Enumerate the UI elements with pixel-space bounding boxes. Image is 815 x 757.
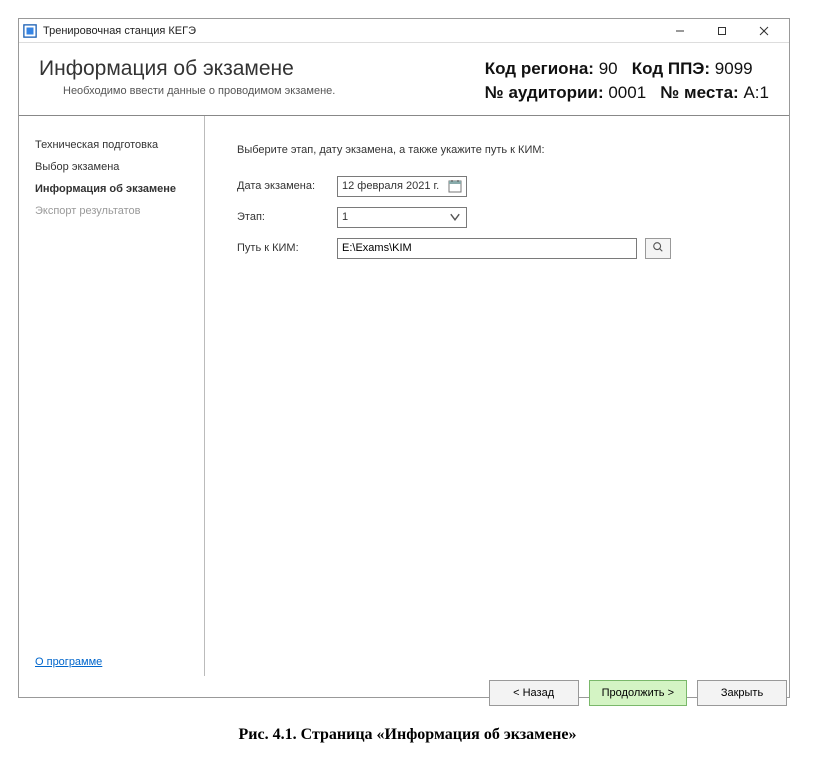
region-code-value: 90 (599, 59, 618, 78)
page-title: Информация об экзамене (39, 57, 335, 81)
room-number-label: № аудитории: (485, 83, 604, 102)
place-number-label: № места: (660, 83, 738, 102)
kim-path-input[interactable] (342, 242, 632, 254)
continue-button[interactable]: Продолжить > (589, 680, 687, 706)
ppe-code-label: Код ППЭ: (632, 59, 710, 78)
row-kim-path: Путь к КИМ: (237, 238, 767, 259)
room-number-value: 0001 (608, 83, 646, 102)
row-exam-date: Дата экзамена: 12 февраля 2021 г. (237, 176, 767, 197)
minimize-button[interactable] (659, 20, 701, 42)
sidebar-items: Техническая подготовка Выбор экзамена Ин… (19, 134, 204, 648)
sidebar-item-exam-select[interactable]: Выбор экзамена (19, 156, 204, 178)
footer-buttons: < Назад Продолжить > Закрыть (489, 680, 787, 706)
titlebar: Тренировочная станция КЕГЭ (19, 19, 789, 43)
window-buttons (659, 20, 785, 42)
kim-path-label: Путь к КИМ: (237, 242, 337, 254)
row-stage: Этап: 1 (237, 207, 767, 228)
sidebar: Техническая подготовка Выбор экзамена Ин… (19, 116, 205, 676)
ppe-code-value: 9099 (715, 59, 753, 78)
header: Информация об экзамене Необходимо ввести… (19, 43, 789, 116)
close-button[interactable] (743, 20, 785, 42)
browse-button[interactable] (645, 238, 671, 259)
chevron-down-icon (448, 210, 462, 224)
figure-caption: Рис. 4.1. Страница «Информация об экзаме… (0, 726, 815, 744)
exam-date-label: Дата экзамена: (237, 180, 337, 192)
window-title: Тренировочная станция КЕГЭ (43, 25, 196, 37)
exam-date-field[interactable]: 12 февраля 2021 г. (337, 176, 467, 197)
kim-path-field[interactable] (337, 238, 637, 259)
place-number-value: A:1 (743, 83, 769, 102)
sidebar-item-export: Экспорт результатов (19, 200, 204, 222)
instruction-text: Выберите этап, дату экзамена, а также ук… (237, 144, 767, 156)
stage-value: 1 (342, 211, 348, 223)
maximize-button[interactable] (701, 20, 743, 42)
page-subtitle: Необходимо ввести данные о проводимом эк… (39, 85, 335, 97)
calendar-icon[interactable] (448, 179, 462, 193)
header-left: Информация об экзамене Необходимо ввести… (39, 57, 335, 97)
about-link[interactable]: О программе (19, 648, 204, 676)
body: Техническая подготовка Выбор экзамена Ин… (19, 116, 789, 676)
exam-date-value: 12 февраля 2021 г. (342, 180, 439, 192)
header-right: Код региона: 90 Код ППЭ: 9099 № аудитори… (485, 57, 769, 105)
app-window: Тренировочная станция КЕГЭ Информация об… (18, 18, 790, 698)
region-code-label: Код региона: (485, 59, 594, 78)
back-button[interactable]: < Назад (489, 680, 579, 706)
sidebar-item-tech-prep[interactable]: Техническая подготовка (19, 134, 204, 156)
main-panel: Выберите этап, дату экзамена, а также ук… (205, 116, 789, 676)
close-app-button[interactable]: Закрыть (697, 680, 787, 706)
stage-label: Этап: (237, 211, 337, 223)
app-icon (23, 24, 37, 38)
stage-combo[interactable]: 1 (337, 207, 467, 228)
search-icon (652, 241, 664, 256)
sidebar-item-exam-info[interactable]: Информация об экзамене (19, 178, 204, 200)
